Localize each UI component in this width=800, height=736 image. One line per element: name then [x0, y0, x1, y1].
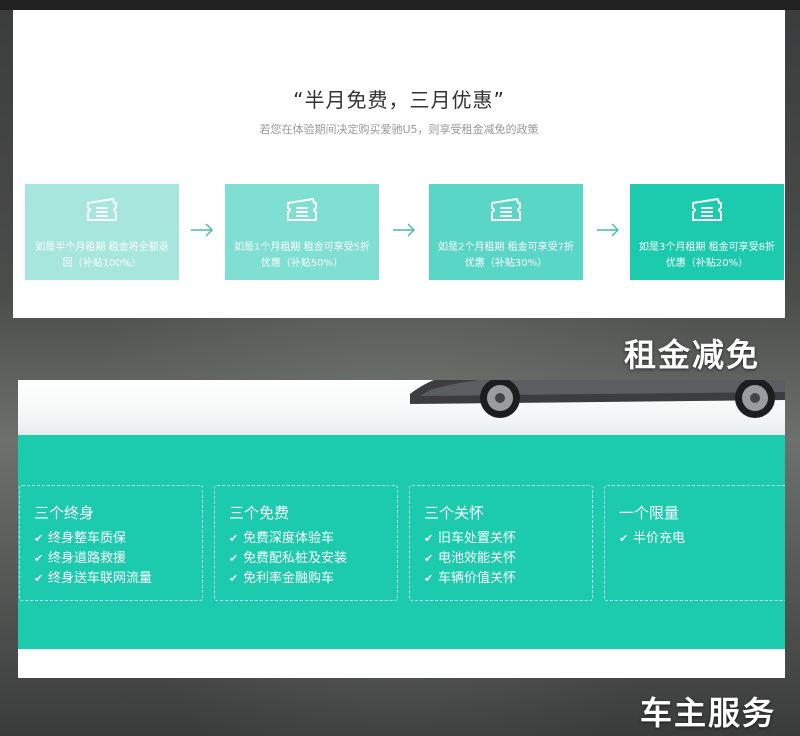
service-list: ✔ 半价充电 — [619, 529, 685, 549]
rent-card-text: 如是2个月租期 租金可享受7折优惠（补贴30%） — [438, 242, 574, 269]
service-box-title: 一个限量 — [619, 504, 680, 522]
service-list: ✔ 免费深度体验车 ✔ 免费配私桩及安装 ✔ 免利率金融购车 — [229, 529, 347, 589]
service-box-title: 三个免费 — [229, 504, 290, 522]
list-item: ✔ 半价充电 — [619, 529, 685, 549]
rent-card-text: 如是3个月租期 租金可享受8折优惠（补贴20%） — [639, 242, 775, 269]
rent-card-2-month: 如是2个月租期 租金可享受7折优惠（补贴30%） — [429, 184, 583, 280]
arrow-right-icon — [597, 223, 619, 237]
ticket-icon — [87, 198, 117, 221]
list-item: ✔ 终身整车质保 — [34, 529, 152, 549]
check-icon: ✔ — [424, 572, 434, 585]
check-icon: ✔ — [229, 552, 239, 565]
list-item: ✔ 终身送车联网流量 — [34, 569, 152, 589]
check-icon: ✔ — [34, 552, 44, 565]
service-box-limited: 一个限量 ✔ 半价充电 — [604, 485, 785, 601]
ticket-icon — [287, 198, 317, 221]
rent-title: “半月免费，三月优惠” — [293, 88, 505, 112]
rent-card-1-month: 如是1个月租期 租金可享受5折优惠（补贴50%） — [225, 184, 379, 280]
rent-card-half-month: 如是半个月租期 租金将全额退回（补贴100%） — [25, 184, 179, 280]
list-item: ✔ 电池效能关怀 — [424, 549, 516, 569]
list-item: ✔ 免利率金融购车 — [229, 569, 347, 589]
service-box-title: 三个关怀 — [424, 504, 485, 522]
service-list: ✔ 旧车处置关怀 ✔ 电池效能关怀 ✔ 车辆价值关怀 — [424, 529, 516, 589]
check-icon: ✔ — [424, 552, 434, 565]
check-icon: ✔ — [34, 572, 44, 585]
rent-card-text: 如是半个月租期 租金将全额退回（补贴100%） — [35, 242, 169, 269]
service-box-care: 三个关怀 ✔ 旧车处置关怀 ✔ 电池效能关怀 ✔ 车辆价值关怀 — [409, 485, 593, 601]
service-box-lifetime: 三个终身 ✔ 终身整车质保 ✔ 终身道路救援 ✔ 终身送车联网流量 — [19, 485, 203, 601]
list-item: ✔ 车辆价值关怀 — [424, 569, 516, 589]
list-item: ✔ 免费深度体验车 — [229, 529, 347, 549]
list-item: ✔ 终身道路救援 — [34, 549, 152, 569]
check-icon: ✔ — [229, 572, 239, 585]
service-box-title: 三个终身 — [34, 504, 95, 522]
rent-card-text: 如是1个月租期 租金可享受5折优惠（补贴50%） — [234, 242, 370, 269]
service-box-free: 三个免费 ✔ 免费深度体验车 ✔ 免费配私桩及安装 ✔ 免利率金融购车 — [214, 485, 398, 601]
check-icon: ✔ — [34, 532, 44, 545]
arrow-right-icon — [393, 223, 415, 237]
service-list: ✔ 终身整车质保 ✔ 终身道路救援 ✔ 终身送车联网流量 — [34, 529, 152, 589]
list-item: ✔ 旧车处置关怀 — [424, 529, 516, 549]
owner-section-label: 车主服务 — [640, 694, 777, 732]
owner-panel: 三个终身 ✔ 终身整车质保 ✔ 终身道路救援 ✔ 终身送车联网流量 三个免费 ✔ 免费深… — [18, 380, 785, 678]
top-bar — [0, 0, 800, 10]
list-item: ✔ 免费配私桩及安装 — [229, 549, 347, 569]
check-icon: ✔ — [424, 532, 434, 545]
rent-card-3-month: 如是3个月租期 租金可享受8折优惠（补贴20%） — [630, 184, 784, 280]
ticket-icon — [491, 198, 521, 221]
rent-section-label: 租金减免 — [624, 336, 761, 374]
ticket-icon — [692, 198, 722, 221]
car-image — [410, 380, 785, 418]
rent-subtitle: 若您在体验期间决定购买爱驰U5，则享受租金减免的政策 — [259, 123, 539, 136]
check-icon: ✔ — [229, 532, 239, 545]
check-icon: ✔ — [619, 532, 629, 545]
arrow-right-icon — [191, 223, 213, 237]
rent-panel: “半月免费，三月优惠” 若您在体验期间决定购买爱驰U5，则享受租金减免的政策 如… — [13, 10, 785, 318]
